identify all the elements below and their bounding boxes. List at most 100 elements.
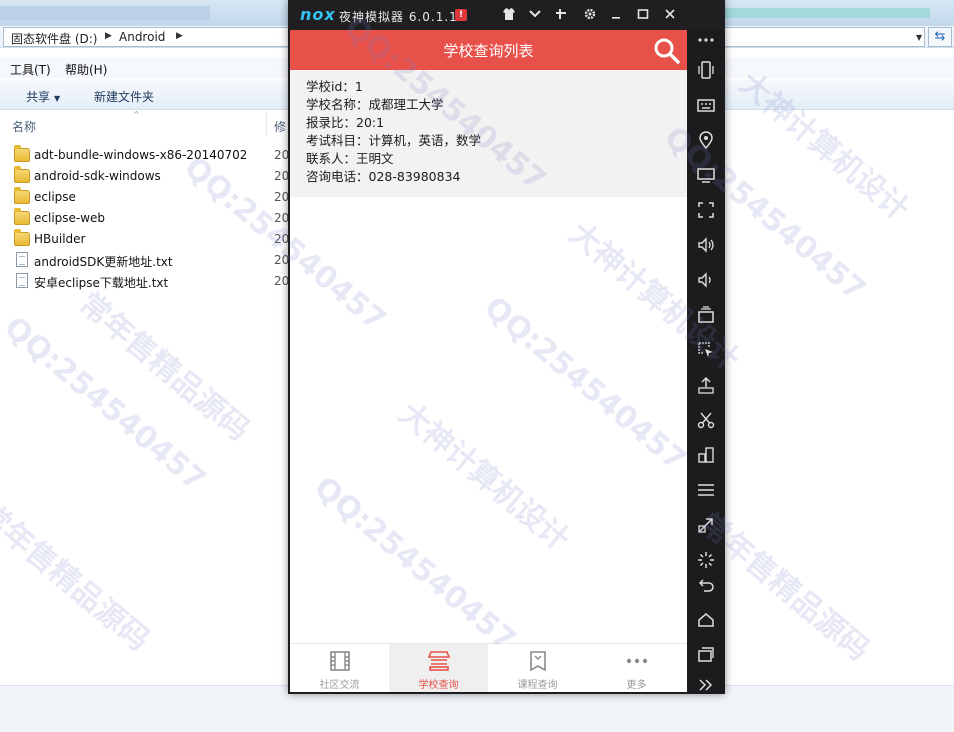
- file-row[interactable]: adt-bundle-windows-x86-20140702 20: [10, 145, 290, 166]
- emulator-toolbar: [687, 30, 725, 694]
- bottom-nav: 社区交流 学校查询 课程查询 更多: [290, 643, 687, 692]
- nav-label: 更多: [626, 680, 647, 691]
- file-date: 20: [274, 211, 290, 225]
- column-modified[interactable]: 修: [274, 118, 286, 135]
- back-icon[interactable]: [696, 575, 716, 595]
- share-label: 共享: [26, 90, 51, 104]
- file-row[interactable]: androidSDK更新地址.txt 20: [10, 250, 290, 271]
- file-row[interactable]: 安卓eclipse下载地址.txt 20: [10, 271, 290, 292]
- chevron-down-icon[interactable]: [527, 7, 543, 23]
- file-date: 20: [274, 274, 290, 288]
- file-date: 20: [274, 232, 290, 246]
- emulator-title-bar[interactable]: nox 夜神模拟器 6.0.1.1 !: [288, 0, 725, 30]
- gear-icon[interactable]: [582, 7, 598, 23]
- file-name: 安卓eclipse下载地址.txt: [34, 276, 169, 290]
- file-name: eclipse: [34, 190, 76, 204]
- folder-icon: [14, 229, 30, 246]
- file-name: HBuilder: [34, 232, 86, 246]
- text-file-icon: [16, 273, 28, 288]
- nav-course-query[interactable]: 课程查询: [488, 644, 587, 692]
- alert-badge[interactable]: !: [455, 9, 467, 21]
- file-row[interactable]: eclipse-web 20: [10, 208, 290, 229]
- breadcrumb-drive[interactable]: 固态软件盘 (D:): [11, 30, 97, 47]
- file-row[interactable]: HBuilder 20: [10, 229, 290, 250]
- nav-label: 学校查询: [418, 680, 459, 691]
- chevron-down-icon: ▼: [54, 94, 61, 103]
- school-id: 学校id：1: [306, 79, 363, 94]
- resize-icon[interactable]: [696, 515, 716, 535]
- folder-icon: [14, 166, 30, 183]
- chevron-right-icon[interactable]: ▶: [105, 31, 112, 41]
- volume-up-icon[interactable]: [696, 235, 716, 255]
- file-name: android-sdk-windows: [34, 169, 161, 183]
- new-folder-button[interactable]: 新建文件夹: [94, 88, 154, 105]
- emulator-title: 夜神模拟器 6.0.1.1: [339, 10, 458, 24]
- menu-help[interactable]: 帮助(H): [65, 61, 107, 78]
- menu-tools[interactable]: 工具(T): [10, 61, 51, 78]
- minimize-icon[interactable]: [608, 7, 624, 23]
- file-date: 20: [274, 148, 290, 162]
- pin-icon[interactable]: [553, 7, 569, 23]
- file-name: adt-bundle-windows-x86-20140702: [34, 148, 248, 162]
- page-title: 学校查询列表: [443, 42, 534, 60]
- breadcrumb-folder[interactable]: Android: [119, 30, 165, 44]
- file-name: eclipse-web: [34, 211, 106, 225]
- keyboard-icon[interactable]: [696, 95, 716, 115]
- nav-community[interactable]: 社区交流: [290, 644, 389, 692]
- scissors-icon[interactable]: [696, 410, 716, 430]
- search-icon[interactable]: [653, 37, 681, 65]
- watermark: 常年售精品源码: [0, 496, 156, 658]
- refresh-button[interactable]: ⇆: [928, 27, 952, 47]
- file-row[interactable]: android-sdk-windows 20: [10, 166, 290, 187]
- app-install-icon[interactable]: [696, 305, 716, 325]
- home-icon[interactable]: [696, 610, 716, 630]
- fullscreen-icon[interactable]: [696, 200, 716, 220]
- android-screen: 学校查询列表 学校id：1 学校名称：成都理工大学 报录比：20:1 考试科目：…: [290, 30, 687, 692]
- macro-record-icon[interactable]: [696, 340, 716, 360]
- consult-phone: 咨询电话：028-83980834: [306, 169, 461, 184]
- text-file-icon: [16, 252, 28, 267]
- column-name[interactable]: 名称: [12, 118, 36, 135]
- shake-phone-icon[interactable]: [696, 60, 716, 80]
- column-divider[interactable]: [266, 112, 267, 136]
- screen-icon[interactable]: [696, 165, 716, 185]
- expand-chevrons-icon[interactable]: [696, 675, 716, 695]
- multi-instance-icon[interactable]: [696, 445, 716, 465]
- film-icon: [330, 651, 350, 671]
- nav-more[interactable]: 更多: [587, 644, 686, 692]
- school-record-card[interactable]: 学校id：1 学校名称：成都理工大学 报录比：20:1 考试科目：计算机，英语，…: [290, 70, 687, 197]
- sort-caret-icon: ^: [133, 110, 140, 119]
- shirt-skin-icon[interactable]: [501, 7, 517, 23]
- chevron-right-icon[interactable]: ▶: [176, 31, 183, 41]
- location-pin-icon[interactable]: [696, 130, 716, 150]
- contact-person: 联系人：王明文: [306, 151, 394, 166]
- more-dots-icon[interactable]: [696, 30, 716, 50]
- folder-icon: [14, 145, 30, 162]
- loading-spinner-icon[interactable]: [696, 550, 716, 570]
- more-dots-icon: [626, 658, 648, 664]
- nox-logo: nox: [300, 5, 336, 24]
- school-icon: [427, 651, 451, 671]
- admission-ratio: 报录比：20:1: [306, 115, 385, 130]
- file-date: 20: [274, 253, 290, 267]
- volume-down-icon[interactable]: [696, 270, 716, 290]
- file-date: 20: [274, 190, 290, 204]
- apk-import-icon[interactable]: [696, 375, 716, 395]
- maximize-icon[interactable]: [635, 7, 651, 23]
- nav-label: 社区交流: [319, 680, 360, 691]
- exam-subjects: 考试科目：计算机，英语，数学: [306, 133, 482, 148]
- emulator-window: nox 夜神模拟器 6.0.1.1 ! 学校查询列表 学校id：1 学校名称：成…: [288, 0, 725, 694]
- chevron-down-icon[interactable]: ▼: [916, 33, 922, 42]
- file-row[interactable]: eclipse 20: [10, 187, 290, 208]
- nav-label: 课程查询: [517, 680, 558, 691]
- close-icon[interactable]: [662, 7, 678, 23]
- share-button[interactable]: 共享 ▼: [26, 88, 60, 105]
- file-name: androidSDK更新地址.txt: [34, 255, 173, 269]
- watermark: 常年售精品源码: [72, 286, 256, 448]
- school-name: 学校名称：成都理工大学: [306, 97, 444, 112]
- watermark: QQ:254540457: [0, 310, 213, 499]
- recent-apps-icon[interactable]: [696, 645, 716, 665]
- menu-icon[interactable]: [696, 480, 716, 500]
- nav-school-query[interactable]: 学校查询: [389, 644, 488, 692]
- folder-icon: [14, 208, 30, 225]
